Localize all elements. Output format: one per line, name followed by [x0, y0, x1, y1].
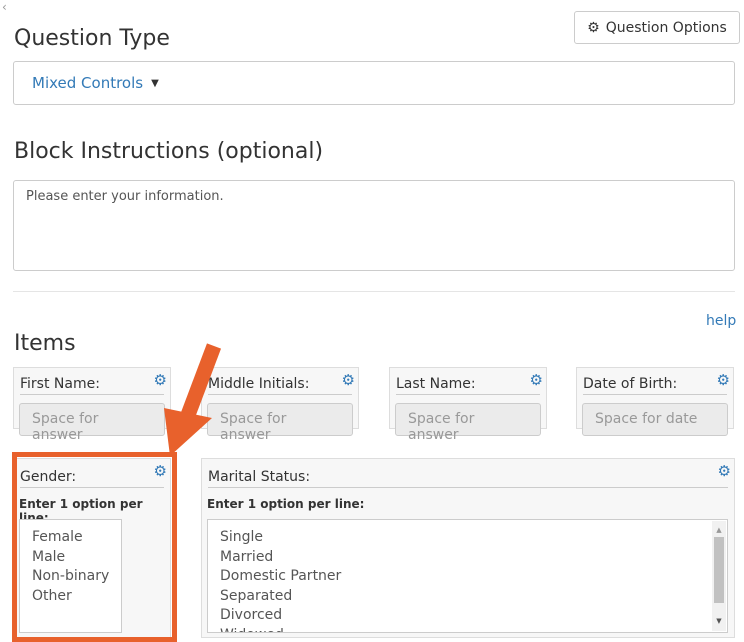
- arrow-head: [164, 408, 212, 456]
- arrow-shaft: [180, 343, 222, 418]
- annotation-arrow-icon: [164, 343, 222, 456]
